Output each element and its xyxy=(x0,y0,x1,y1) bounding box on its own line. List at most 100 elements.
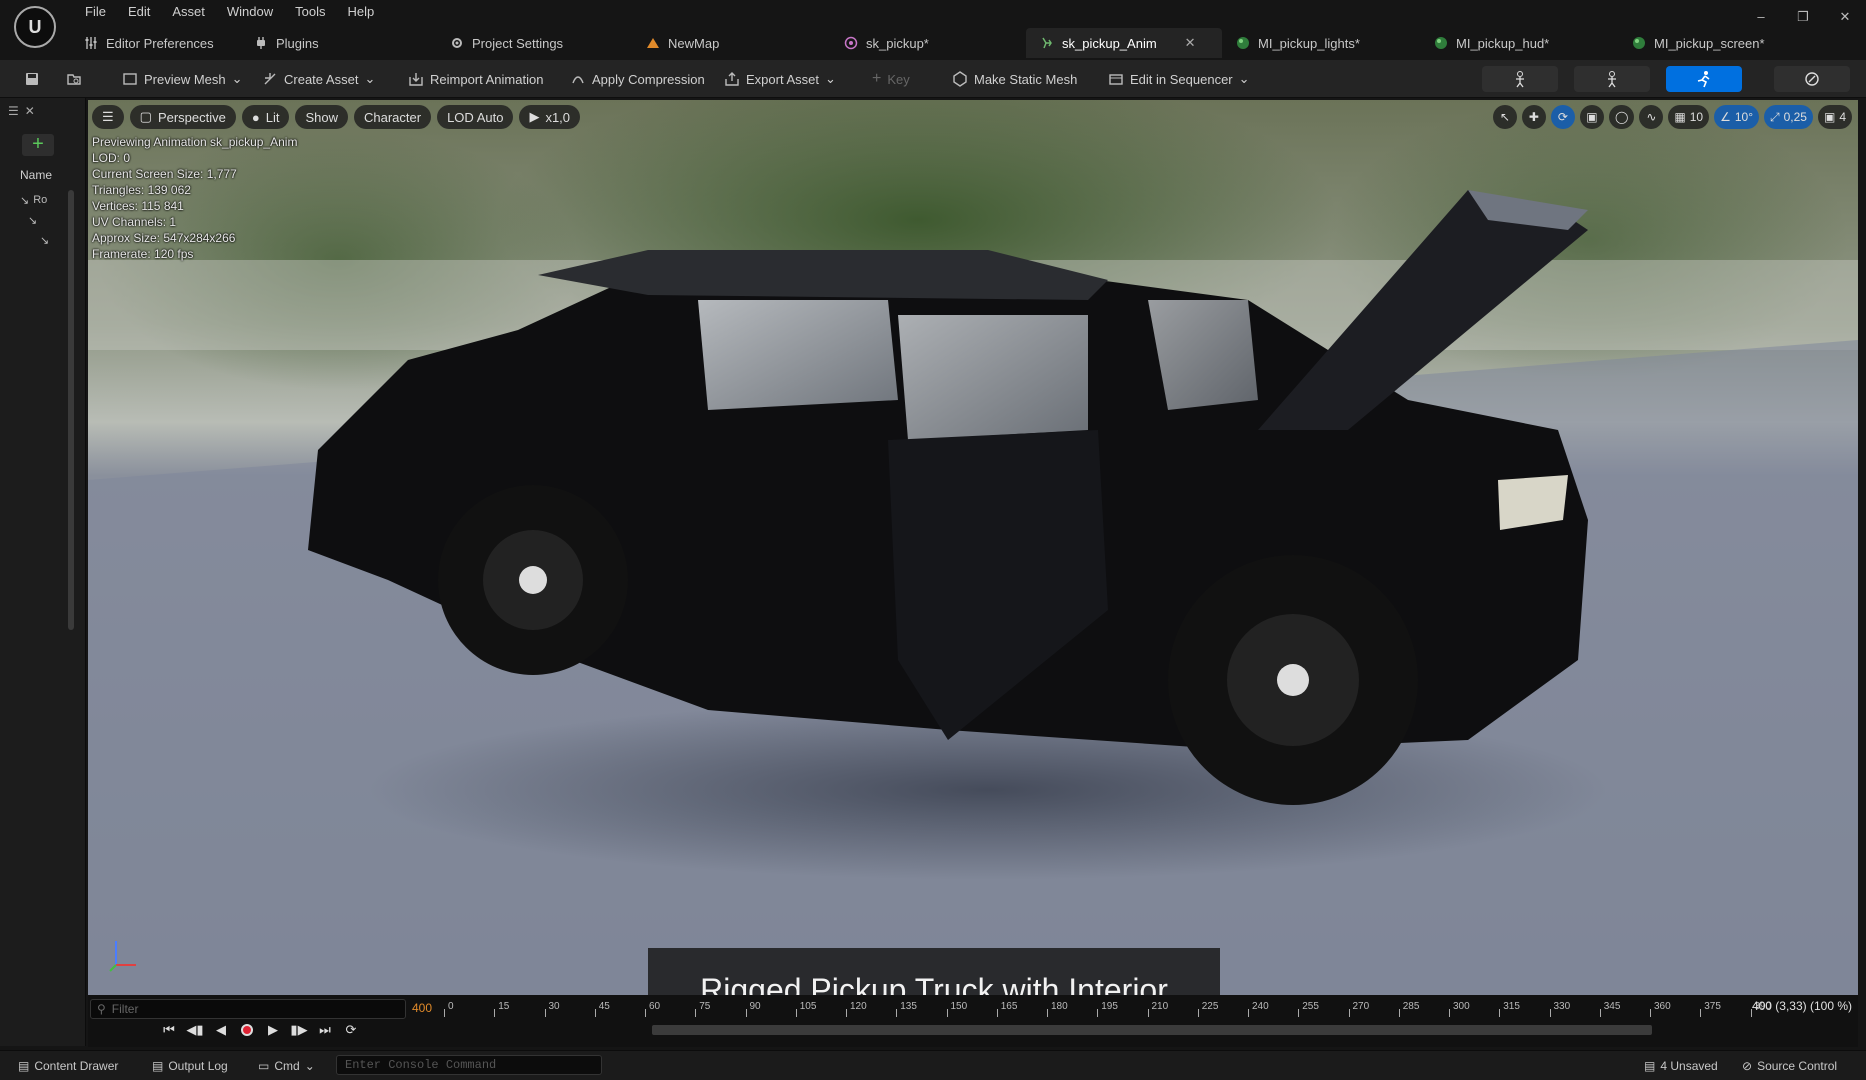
rotation-snap-button[interactable]: ∠ 10° xyxy=(1714,105,1759,129)
tab-newmap[interactable]: NewMap xyxy=(632,28,830,58)
mesh-mode-button[interactable] xyxy=(1574,66,1650,92)
grid-snap-value: 10 xyxy=(1689,110,1704,124)
close-tab-icon[interactable]: ✕ xyxy=(1185,35,1196,51)
grid-snap-button[interactable]: ▦ 10 xyxy=(1668,105,1710,129)
ruler-label: 285 xyxy=(1402,1001,1420,1012)
stat-line: Current Screen Size: 1,777 xyxy=(92,167,237,181)
tab-plugins[interactable]: Plugins xyxy=(240,28,436,58)
menu-tools[interactable]: Tools xyxy=(284,3,336,21)
ruler-tick xyxy=(1248,1009,1249,1017)
character-button[interactable]: Character xyxy=(354,105,432,129)
reimport-animation-label: Reimport Animation xyxy=(430,71,544,87)
make-static-mesh-label: Make Static Mesh xyxy=(974,71,1078,87)
skeleton-tree-icon[interactable]: ☰ xyxy=(8,104,19,118)
gear-icon xyxy=(452,38,462,48)
ruler-tick xyxy=(946,1009,948,1017)
lod-button[interactable]: LOD Auto xyxy=(437,105,514,129)
scale-snap-button[interactable]: ⤢ 0,25 xyxy=(1764,105,1813,129)
key-button[interactable]: + Key xyxy=(872,67,910,91)
ruler-tick xyxy=(1197,1009,1199,1017)
restore-icon[interactable]: ❐ xyxy=(1782,6,1824,28)
animation-mode-button[interactable] xyxy=(1666,66,1742,92)
world-local-icon[interactable]: ◯ xyxy=(1608,105,1635,129)
timeline-ruler[interactable]: 0 15 30 45 60 75 90 105 120 135 150 165 180 195 210 225… xyxy=(444,999,1844,1043)
ruler-label: 375 xyxy=(1704,1001,1721,1012)
unreal-logo-icon[interactable]: U xyxy=(14,6,56,48)
jump-to-start-icon[interactable]: ⏮ xyxy=(160,1021,178,1039)
minimize-icon[interactable]: – xyxy=(1740,6,1782,28)
menu-edit[interactable]: Edit xyxy=(117,3,161,21)
ruler-tick xyxy=(695,1009,697,1017)
play-rate-button[interactable]: ▶ x1,0 xyxy=(519,105,581,129)
tree-row[interactable]: ↘ xyxy=(20,230,68,250)
preview-mesh-button[interactable]: Preview Mesh ⌄ xyxy=(122,67,243,91)
reimport-animation-button[interactable]: Reimport Animation xyxy=(408,67,543,91)
tab-label: MI_pickup_hud* xyxy=(1456,35,1550,51)
tree-row-root[interactable]: ↘ Ro xyxy=(20,190,68,210)
loop-icon[interactable]: ⟳ xyxy=(342,1021,360,1039)
translate-tool-icon[interactable]: ✚ xyxy=(1521,105,1546,129)
filter-placeholder: Filter xyxy=(111,1002,139,1016)
add-button[interactable]: + xyxy=(22,134,54,156)
save-icon[interactable] xyxy=(24,67,40,91)
ruler-label: 135 xyxy=(900,1001,917,1012)
unsaved-button[interactable]: ▤ 4 Unsaved xyxy=(1644,1057,1718,1075)
hamburger-icon: ☰ xyxy=(102,109,114,124)
menu-asset[interactable]: Asset xyxy=(161,3,216,21)
tab-editor-preferences[interactable]: Editor Preferences xyxy=(70,28,240,58)
tree-row[interactable]: ↘ xyxy=(20,210,68,230)
show-label: Show xyxy=(305,109,338,125)
preview-viewport[interactable]: ☰ ▢ Perspective ● Lit Show Character LOD A… xyxy=(88,100,1858,995)
tab-sk-pickup-anim[interactable]: sk_pickup_Anim ✕ xyxy=(1026,28,1222,58)
material-icon xyxy=(1633,37,1645,49)
tab-mi-pickup-screen[interactable]: MI_pickup_screen* xyxy=(1618,28,1814,58)
tab-label: sk_pickup_Anim xyxy=(1062,35,1157,51)
tab-project-settings[interactable]: Project Settings xyxy=(436,28,632,58)
physics-mode-button[interactable] xyxy=(1774,66,1850,92)
make-static-mesh-button[interactable]: Make Static Mesh xyxy=(952,67,1077,91)
close-panel-icon[interactable]: ✕ xyxy=(25,104,35,118)
content-drawer-button[interactable]: ▤ Content Drawer xyxy=(18,1057,118,1075)
select-tool-icon[interactable]: ↖ xyxy=(1492,105,1517,129)
browse-icon[interactable] xyxy=(66,67,82,91)
ruler-label: 30 xyxy=(548,1001,560,1012)
tab-mi-pickup-hud[interactable]: MI_pickup_hud* xyxy=(1420,28,1618,58)
play-reverse-icon[interactable]: ◀ xyxy=(212,1021,230,1039)
close-window-icon[interactable]: ✕ xyxy=(1824,6,1866,28)
source-control-button[interactable]: ⊘ Source Control xyxy=(1742,1057,1837,1075)
show-button[interactable]: Show xyxy=(295,105,348,129)
tab-mi-pickup-lights[interactable]: MI_pickup_lights* xyxy=(1222,28,1420,58)
perspective-button[interactable]: ▢ Perspective xyxy=(129,105,236,129)
jump-to-end-icon[interactable]: ⏭ xyxy=(316,1021,334,1039)
panel-scrollbar[interactable] xyxy=(68,190,74,630)
create-asset-label: Create Asset xyxy=(284,71,359,87)
viewport-options-button[interactable]: ☰ xyxy=(92,105,124,129)
surface-snap-icon[interactable]: ∿ xyxy=(1639,105,1664,129)
lit-button[interactable]: ● Lit xyxy=(241,105,290,129)
timeline-scrub-range[interactable] xyxy=(652,1025,1652,1035)
export-asset-button[interactable]: Export Asset ⌄ xyxy=(724,67,836,91)
step-forward-icon[interactable]: ▮▶ xyxy=(290,1021,308,1039)
rotation-snap-value: 10° xyxy=(1734,110,1753,124)
record-icon[interactable] xyxy=(238,1021,256,1039)
menu-window[interactable]: Window xyxy=(216,3,284,21)
step-back-icon[interactable]: ◀▮ xyxy=(186,1021,204,1039)
menu-file[interactable]: File xyxy=(74,3,117,21)
rotate-tool-icon[interactable]: ⟳ xyxy=(1550,105,1575,129)
apply-compression-button[interactable]: Apply Compression xyxy=(570,67,705,91)
camera-speed-button[interactable]: ▣ 4 xyxy=(1817,105,1852,129)
cmd-dropdown[interactable]: ▭ Cmd ⌄ xyxy=(258,1057,315,1075)
create-asset-button[interactable]: Create Asset ⌄ xyxy=(262,67,375,91)
play-icon[interactable]: ▶ xyxy=(264,1021,282,1039)
edit-in-sequencer-button[interactable]: Edit in Sequencer ⌄ xyxy=(1108,67,1250,91)
scale-tool-icon[interactable]: ▣ xyxy=(1579,105,1604,129)
ruler-tick xyxy=(594,1009,596,1017)
running-man-icon xyxy=(1697,71,1710,88)
console-command-input[interactable]: Enter Console Command xyxy=(336,1055,602,1075)
skeleton-mode-button[interactable] xyxy=(1482,66,1558,92)
tab-sk-pickup[interactable]: sk_pickup* xyxy=(830,28,1026,58)
menu-help[interactable]: Help xyxy=(336,3,385,21)
timeline-filter-input[interactable]: ⚲ Filter xyxy=(90,999,406,1019)
output-log-button[interactable]: ▤ Output Log xyxy=(152,1057,228,1075)
chevron-down-icon: ⌄ xyxy=(824,71,836,86)
